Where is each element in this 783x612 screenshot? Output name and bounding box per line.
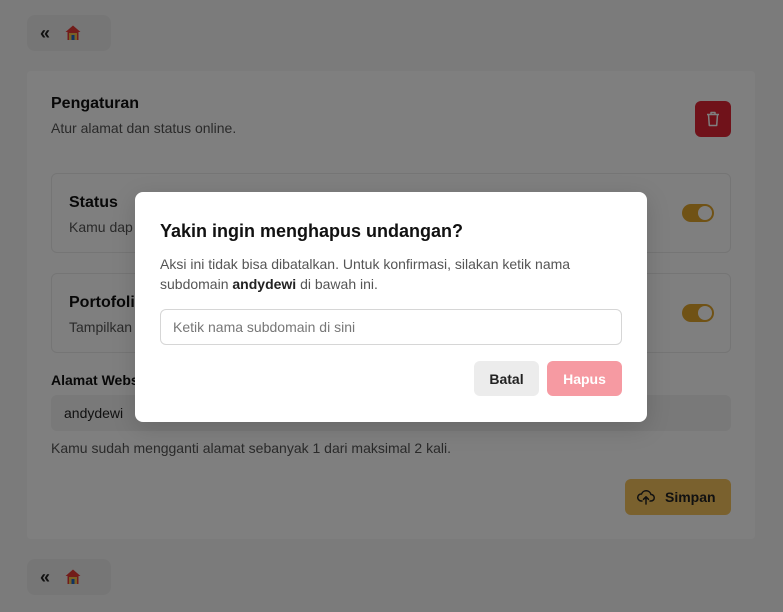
cancel-button[interactable]: Batal (474, 361, 539, 396)
dialog-title: Yakin ingin menghapus undangan? (160, 221, 464, 241)
subdomain-name: andydewi (232, 276, 297, 292)
confirm-delete-button[interactable]: Hapus (547, 361, 622, 396)
dialog-description: Aksi ini tidak bisa dibatalkan. Untuk ko… (160, 256, 571, 292)
subdomain-confirm-input[interactable] (160, 309, 622, 345)
delete-confirmation-dialog: Yakin ingin menghapus undangan? Aksi ini… (135, 192, 647, 422)
